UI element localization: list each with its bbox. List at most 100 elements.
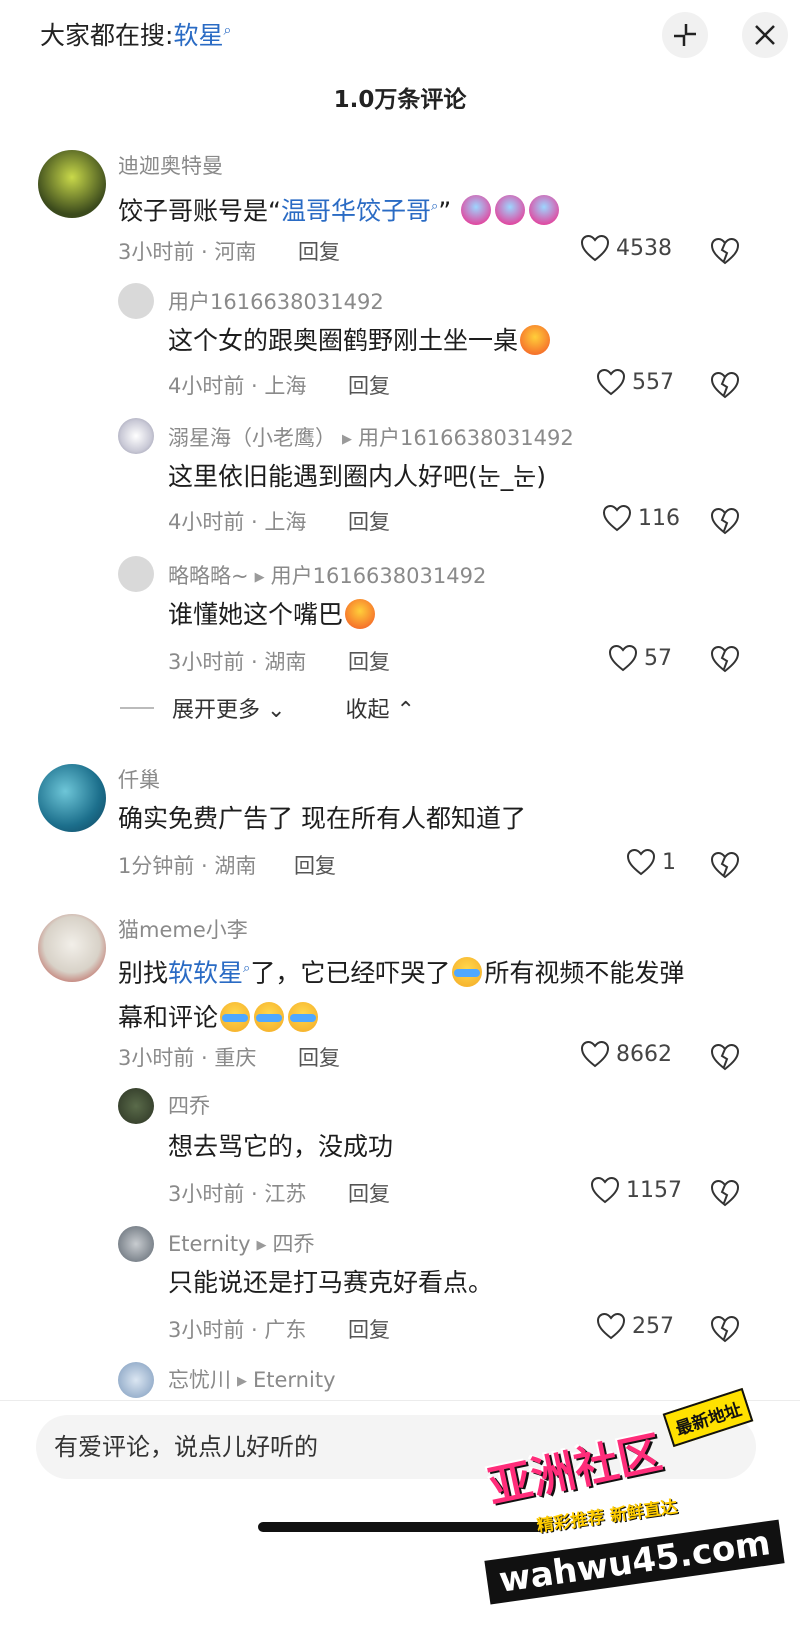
expand-more-label: 展开更多: [172, 698, 261, 723]
reply-username[interactable]: 用户1616638031492: [168, 286, 384, 316]
reply-target[interactable]: 四乔: [273, 1232, 315, 1256]
collapse-label: 收起: [345, 698, 390, 723]
reply-username[interactable]: 四乔: [168, 1090, 210, 1120]
comment-username[interactable]: 迪迦奥特曼: [118, 150, 223, 180]
heart-outline-icon: [596, 368, 626, 396]
broken-heart-icon[interactable]: [710, 370, 740, 400]
comment-count-title: 1.0万条评论: [333, 87, 467, 113]
crying-laughing-emoji: [452, 957, 483, 988]
broken-heart-icon[interactable]: [710, 1314, 740, 1344]
comment-text-part: 饺子哥账号是“: [118, 196, 281, 226]
reply-button[interactable]: 回复: [298, 236, 340, 266]
heart-outline-icon: [626, 848, 656, 876]
heart-outline-icon: [580, 234, 610, 262]
search-keyword[interactable]: 软星: [173, 21, 223, 50]
collapse-panel-button[interactable]: [662, 12, 708, 58]
collapse-icon: [674, 24, 696, 46]
collapse-replies-button[interactable]: 收起 ⌃: [345, 692, 414, 724]
avatar[interactable]: [38, 150, 106, 218]
cold-face-emoji: [461, 195, 492, 226]
broken-heart-icon[interactable]: [710, 236, 740, 266]
like-count: 4538: [616, 235, 672, 261]
like-button[interactable]: 557: [596, 368, 674, 396]
reply-button[interactable]: 回复: [348, 1314, 390, 1344]
comment-username[interactable]: 猫meme小李: [118, 914, 248, 944]
reply-time-location: 3小时前 · 广东: [168, 1318, 307, 1342]
search-suggestion[interactable]: 大家都在搜:软星⌕: [40, 16, 231, 52]
like-count: 116: [638, 505, 680, 531]
reply-text-part: 谁懂她这个嘴巴: [168, 600, 344, 629]
reply-time-location: 3小时前 · 江苏: [168, 1182, 307, 1206]
reply-target[interactable]: 用户1616638031492: [271, 564, 487, 588]
reply-arrow-icon: ▶: [256, 1238, 267, 1253]
thread-controls: 展开更多 ⌄ 收起 ⌃: [120, 692, 415, 724]
like-button[interactable]: 116: [602, 504, 680, 532]
comment-text: 饺子哥账号是“温哥华饺子哥⌕”: [118, 184, 561, 233]
comment-text-part: ”: [438, 196, 452, 226]
broken-heart-icon[interactable]: [710, 506, 740, 536]
avatar[interactable]: [118, 556, 154, 592]
like-button[interactable]: 1157: [590, 1176, 682, 1204]
heart-outline-icon: [596, 1312, 626, 1340]
heart-outline-icon: [608, 644, 638, 672]
heart-outline-icon: [602, 504, 632, 532]
comment-time-location: 3小时前 · 重庆: [118, 1046, 257, 1070]
reply-author[interactable]: 溺星海（小老鹰）: [168, 426, 336, 450]
like-button[interactable]: 1: [626, 848, 676, 876]
reply-button[interactable]: 回复: [298, 1042, 340, 1072]
chevron-down-icon: ⌄: [267, 698, 286, 723]
reply-button[interactable]: 回复: [294, 850, 336, 880]
broken-heart-icon[interactable]: [710, 644, 740, 674]
comment-keyword-link[interactable]: 温哥华饺子哥: [281, 196, 431, 225]
crying-laughing-emoji: [254, 1002, 285, 1033]
like-count: 557: [632, 369, 674, 395]
avatar[interactable]: [118, 1362, 154, 1398]
avatar[interactable]: [118, 1226, 154, 1262]
like-button[interactable]: 8662: [580, 1040, 672, 1068]
avatar[interactable]: [38, 914, 106, 982]
cold-face-emoji: [529, 195, 560, 226]
reply-username[interactable]: 溺星海（小老鹰） ▶ 用户1616638031492: [168, 422, 574, 452]
like-button[interactable]: 57: [608, 644, 672, 672]
watermark-logo: 最新地址 亚洲社区 精彩推荐 新鲜直达 wahwu45.com: [476, 1387, 785, 1640]
reply-button[interactable]: 回复: [348, 370, 390, 400]
laughing-emoji: [520, 325, 551, 355]
avatar[interactable]: [118, 1088, 154, 1124]
search-prefix: 大家都在搜:: [40, 21, 174, 50]
broken-heart-icon[interactable]: [710, 850, 740, 880]
reply-button[interactable]: 回复: [348, 506, 390, 536]
like-button[interactable]: 4538: [580, 234, 672, 262]
reply-time-location: 3小时前 · 湖南: [168, 650, 307, 674]
reply-author[interactable]: Eternity: [168, 1232, 251, 1256]
heart-outline-icon: [580, 1040, 610, 1068]
reply-button[interactable]: 回复: [348, 646, 390, 676]
watermark-url: wahwu45.com: [484, 1519, 785, 1605]
comment-text: 别找软软星⌕了，它已经吓哭了 所有视频不能发弹 幕和评论: [118, 946, 758, 1040]
comment-username[interactable]: 仟巢: [118, 764, 160, 794]
close-button[interactable]: [742, 12, 788, 58]
laughing-emoji: [345, 599, 376, 629]
reply-text-part: 这个女的跟奥圈鹤野刚土坐一桌: [168, 326, 519, 355]
like-count: 1: [662, 849, 676, 875]
like-count: 1157: [626, 1177, 682, 1203]
reply-arrow-icon: ▶: [342, 432, 352, 447]
reply-username[interactable]: 忘忧川 ▶ Eternity: [168, 1364, 336, 1394]
reply-username[interactable]: 略略略~ ▶ 用户1616638031492: [168, 560, 486, 590]
broken-heart-icon[interactable]: [710, 1178, 740, 1208]
comment-text-part: 了，它已经吓哭了: [250, 958, 451, 988]
reply-button[interactable]: 回复: [348, 1178, 390, 1208]
like-count: 257: [632, 1313, 674, 1339]
comment-keyword-link[interactable]: 软软星: [168, 958, 243, 987]
reply-target[interactable]: Eternity: [253, 1368, 336, 1392]
avatar[interactable]: [118, 418, 154, 454]
reply-target[interactable]: 用户1616638031492: [358, 426, 574, 450]
reply-author[interactable]: 略略略~: [168, 564, 249, 588]
avatar[interactable]: [118, 283, 154, 319]
expand-more-button[interactable]: 展开更多 ⌄: [172, 692, 285, 724]
reply-username[interactable]: Eternity ▶ 四乔: [168, 1228, 315, 1258]
avatar[interactable]: [38, 764, 106, 832]
cold-face-emoji: [495, 195, 526, 226]
like-button[interactable]: 257: [596, 1312, 674, 1340]
broken-heart-icon[interactable]: [710, 1042, 740, 1072]
reply-author[interactable]: 忘忧川: [168, 1368, 231, 1392]
